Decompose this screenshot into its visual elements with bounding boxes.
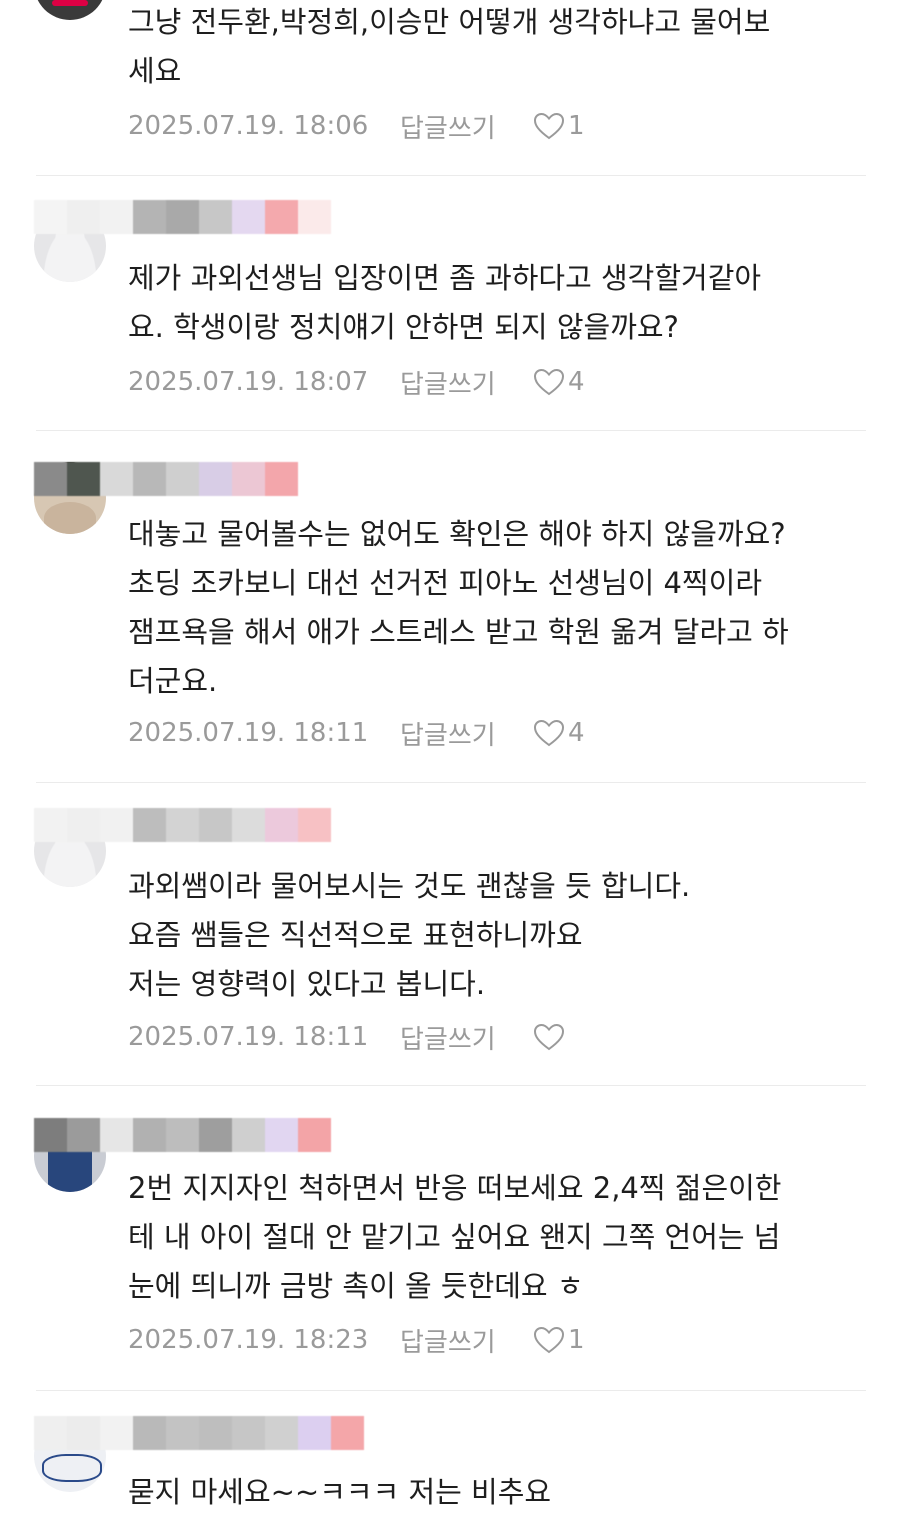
reply-button[interactable]: 답글쓰기: [400, 364, 532, 401]
comment-date: 2025.07.19. 18:11: [128, 1022, 369, 1052]
like-count: 1: [568, 1325, 585, 1355]
comment-text: 제가 과외선생님 입장이면 좀 과하다고 생각할거같아 요. 학생이랑 정치얘기…: [128, 261, 762, 344]
author-name-blurred: [34, 462, 298, 496]
like-button[interactable]: 1: [532, 1325, 585, 1355]
reply-button[interactable]: 답글쓰기: [400, 715, 532, 752]
like-count: 1: [568, 111, 585, 141]
comment-date: 2025.07.19. 18:06: [128, 111, 369, 141]
author-name-blurred: [34, 1118, 331, 1152]
avatar[interactable]: [34, 0, 106, 20]
comment-date: 2025.07.19. 18:23: [128, 1325, 369, 1355]
divider: [36, 782, 866, 783]
divider: [36, 175, 866, 176]
like-count: 4: [568, 718, 585, 748]
divider: [36, 1390, 866, 1391]
like-count: 4: [568, 367, 585, 397]
comment-text: 그냥 전두환,박정희,이승만 어떻개 생각하냐고 물어보 세요: [128, 5, 771, 88]
like-button[interactable]: [532, 1022, 568, 1052]
comment-text: 대놓고 물어볼수는 없어도 확인은 해야 하지 않을까요? 초딩 조카보니 대선…: [128, 517, 789, 698]
comment-text: 묻지 마세요~~ㅋㅋㅋ 저는 비추요: [128, 1475, 552, 1509]
comment-date: 2025.07.19. 18:11: [128, 718, 369, 748]
author-name-blurred: [34, 1416, 364, 1450]
like-button[interactable]: 4: [532, 367, 585, 397]
reply-button[interactable]: 답글쓰기: [400, 1322, 532, 1359]
heart-icon: [533, 112, 565, 140]
author-name-blurred: [34, 200, 331, 234]
comment-date: 2025.07.19. 18:07: [128, 367, 369, 397]
comment-text: 2번 지지자인 척하면서 반응 떠보세요 2,4찍 젊은이한 테 내 아이 절대…: [128, 1171, 782, 1303]
reply-button[interactable]: 답글쓰기: [400, 1019, 532, 1056]
heart-icon: [533, 368, 565, 396]
heart-icon: [533, 719, 565, 747]
reply-button[interactable]: 답글쓰기: [400, 108, 532, 145]
like-button[interactable]: 4: [532, 718, 585, 748]
divider: [36, 1085, 866, 1086]
comment-text: 과외쌤이라 물어보시는 것도 괜찮을 듯 합니다. 요즘 쌤들은 직선적으로 표…: [128, 869, 691, 1001]
author-name-blurred: [34, 808, 331, 842]
heart-icon: [533, 1326, 565, 1354]
divider: [36, 430, 866, 431]
like-button[interactable]: 1: [532, 111, 585, 141]
heart-icon: [533, 1023, 565, 1051]
